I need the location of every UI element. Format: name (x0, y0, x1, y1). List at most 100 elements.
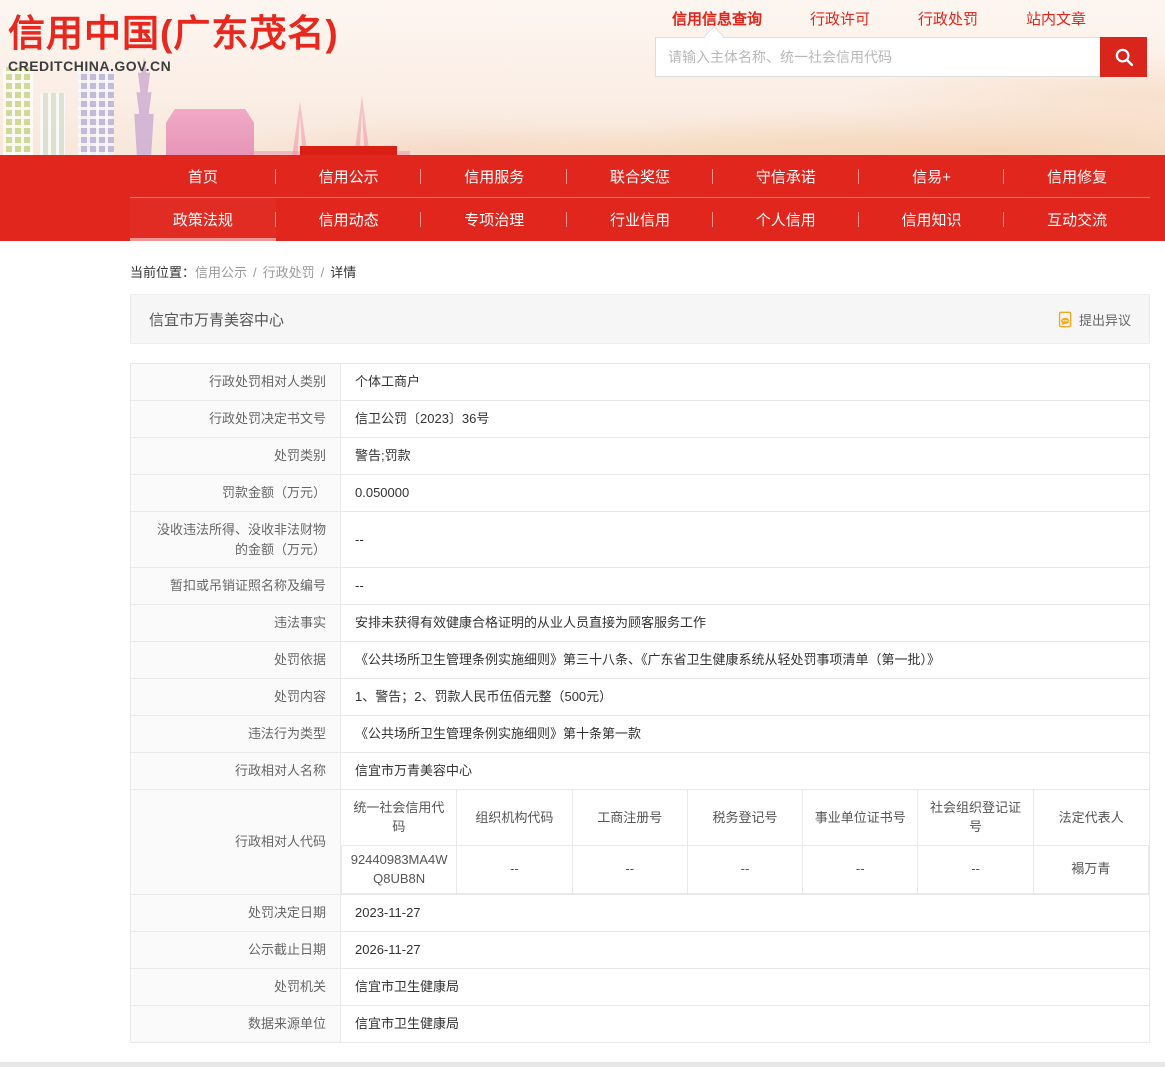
field-value: -- (341, 568, 1150, 605)
objection-document-icon (1057, 311, 1074, 328)
breadcrumb-prefix: 当前位置： (130, 265, 195, 280)
skyline-building-art (40, 93, 65, 155)
field-label: 公示截止日期 (131, 931, 341, 968)
penalty-detail-table: 行政处罚相对人类别 个体工商户 行政处罚决定书文号 信卫公罚〔2023〕36号 … (130, 363, 1150, 1043)
nav-item-credit-services[interactable]: 信用服务 (421, 155, 567, 197)
field-label: 违法事实 (131, 605, 341, 642)
field-label: 行政相对人代码 (131, 790, 341, 895)
legal-representative: 褟万青 (1033, 845, 1148, 893)
organization-code: -- (457, 845, 572, 893)
nav-item-joint-reward-punishment[interactable]: 联合奖惩 (567, 155, 713, 197)
nav-item-interactive-exchange[interactable]: 互动交流 (1004, 198, 1150, 241)
field-label: 违法行为类型 (131, 716, 341, 753)
search-icon (1113, 46, 1135, 68)
nav-item-credit-plus[interactable]: 信易+ (859, 155, 1005, 197)
nav-item-personal-credit[interactable]: 个人信用 (713, 198, 859, 241)
table-row: 暂扣或吊销证照名称及编号 -- (131, 568, 1150, 605)
column-header: 组织机构代码 (457, 790, 572, 845)
field-label: 处罚依据 (131, 642, 341, 679)
breadcrumb-separator: / (321, 265, 325, 280)
breadcrumb-separator: / (253, 265, 257, 280)
field-value: 个体工商户 (341, 364, 1150, 401)
institution-certificate-number: -- (803, 845, 918, 893)
business-registration-number: -- (572, 845, 687, 893)
skyline-building-art (3, 67, 33, 155)
table-row: 公示截止日期 2026-11-27 (131, 931, 1150, 968)
convention-hall-art (166, 109, 254, 155)
field-value: 0.050000 (341, 475, 1150, 512)
nav-item-policies-regulations[interactable]: 政策法规 (130, 198, 276, 241)
nav-item-credit-knowledge[interactable]: 信用知识 (859, 198, 1005, 241)
field-value: -- (341, 512, 1150, 568)
field-value: 2026-11-27 (341, 931, 1150, 968)
nav-item-credit-publicity[interactable]: 信用公示 (276, 155, 422, 197)
column-header: 社会组织登记证号 (918, 790, 1033, 845)
breadcrumb: 当前位置：信用公示 / 行政处罚 / 详情 (130, 262, 1165, 281)
breadcrumb-administrative-penalty[interactable]: 行政处罚 (263, 265, 315, 280)
nav-item-industry-credit[interactable]: 行业信用 (567, 198, 713, 241)
field-label: 行政处罚决定书文号 (131, 401, 341, 438)
table-row: 违法事实 安排未获得有效健康合格证明的从业人员直接为顾客服务工作 (131, 605, 1150, 642)
tax-registration-number: -- (687, 845, 802, 893)
logo-title: 信用中国(广东茂名) (8, 12, 339, 56)
table-row: 没收违法所得、没收非法财物的金额（万元） -- (131, 512, 1150, 568)
nav-item-special-governance[interactable]: 专项治理 (421, 198, 567, 241)
site-logo: 信用中国(广东茂名) CREDITCHINA.GOV.CN (8, 12, 339, 74)
table-row: 数据来源单位 信宜市卫生健康局 (131, 1005, 1150, 1042)
breadcrumb-current: 详情 (330, 265, 356, 280)
nav-item-credit-repair[interactable]: 信用修复 (1004, 155, 1150, 197)
column-header: 事业单位证书号 (803, 790, 918, 845)
entity-code-table: 统一社会信用代码 组织机构代码 工商注册号 税务登记号 事业单位证书号 社会组织… (341, 790, 1149, 894)
search-input[interactable] (655, 37, 1100, 77)
search-type-tabs: 信用信息查询 行政许可 行政处罚 站内文章 (672, 8, 1086, 29)
field-value: 信宜市万青美容中心 (341, 753, 1150, 790)
tab-site-articles[interactable]: 站内文章 (1026, 8, 1086, 29)
table-row: 行政处罚相对人类别 个体工商户 (131, 364, 1150, 401)
raise-objection-button[interactable]: 提出异议 (1057, 310, 1131, 329)
table-row-entity-codes: 行政相对人代码 统一社会信用代码 组织机构代码 工商注册号 税务登记号 事业单位… (131, 790, 1150, 895)
column-header: 统一社会信用代码 (342, 790, 457, 845)
tab-credit-info-query[interactable]: 信用信息查询 (672, 8, 762, 29)
footer-strip (0, 1062, 1165, 1067)
table-row: 违法行为类型 《公共场所卫生管理条例实施细则》第十条第一款 (131, 716, 1150, 753)
nav-row-1: 首页 信用公示 信用服务 联合奖惩 守信承诺 信易+ 信用修复 (130, 155, 1150, 198)
nav-item-credit-news[interactable]: 信用动态 (276, 198, 422, 241)
nav-item-home[interactable]: 首页 (130, 155, 276, 197)
table-row: 处罚机关 信宜市卫生健康局 (131, 968, 1150, 1005)
page-title: 信宜市万青美容中心 (149, 309, 284, 330)
nav-row-2: 政策法规 信用动态 专项治理 行业信用 个人信用 信用知识 互动交流 (130, 198, 1150, 241)
nav-item-trust-commitment[interactable]: 守信承诺 (713, 155, 859, 197)
table-row: 处罚内容 1、警告；2、罚款人民币伍佰元整（500元） (131, 679, 1150, 716)
field-value: 信宜市卫生健康局 (341, 968, 1150, 1005)
field-label: 行政相对人名称 (131, 753, 341, 790)
social-org-registration-number: -- (918, 845, 1033, 893)
table-row: 处罚决定日期 2023-11-27 (131, 894, 1150, 931)
field-label: 数据来源单位 (131, 1005, 341, 1042)
search-button[interactable] (1100, 37, 1147, 77)
entity-code-value-row: 92440983MA4WQ8UB8N -- -- -- -- -- 褟万青 (342, 845, 1149, 893)
field-label: 罚款金额（万元） (131, 475, 341, 512)
entity-code-header-row: 统一社会信用代码 组织机构代码 工商注册号 税务登记号 事业单位证书号 社会组织… (342, 790, 1149, 845)
tab-administrative-penalty[interactable]: 行政处罚 (918, 8, 978, 29)
field-label: 行政处罚相对人类别 (131, 364, 341, 401)
breadcrumb-credit-publicity[interactable]: 信用公示 (195, 265, 247, 280)
field-value: 信卫公罚〔2023〕36号 (341, 401, 1150, 438)
site-header: 信用中国(广东茂名) CREDITCHINA.GOV.CN 信用信息查询 行政许… (0, 0, 1165, 155)
column-header: 税务登记号 (687, 790, 802, 845)
main-navigation: 首页 信用公示 信用服务 联合奖惩 守信承诺 信易+ 信用修复 政策法规 信用动… (0, 155, 1165, 241)
field-label: 处罚类别 (131, 438, 341, 475)
field-label: 没收违法所得、没收非法财物的金额（万元） (131, 512, 341, 568)
field-value: 2023-11-27 (341, 894, 1150, 931)
table-row: 行政处罚决定书文号 信卫公罚〔2023〕36号 (131, 401, 1150, 438)
raise-objection-label: 提出异议 (1079, 310, 1131, 329)
search-bar (655, 37, 1147, 77)
tab-administrative-license[interactable]: 行政许可 (810, 8, 870, 29)
field-label: 处罚内容 (131, 679, 341, 716)
table-row: 行政相对人名称 信宜市万青美容中心 (131, 753, 1150, 790)
field-value: 安排未获得有效健康合格证明的从业人员直接为顾客服务工作 (341, 605, 1150, 642)
column-header: 法定代表人 (1033, 790, 1148, 845)
field-label: 暂扣或吊销证照名称及编号 (131, 568, 341, 605)
skyline-building-art (78, 71, 114, 155)
unified-social-credit-code: 92440983MA4WQ8UB8N (342, 845, 457, 893)
field-value: 信宜市卫生健康局 (341, 1005, 1150, 1042)
